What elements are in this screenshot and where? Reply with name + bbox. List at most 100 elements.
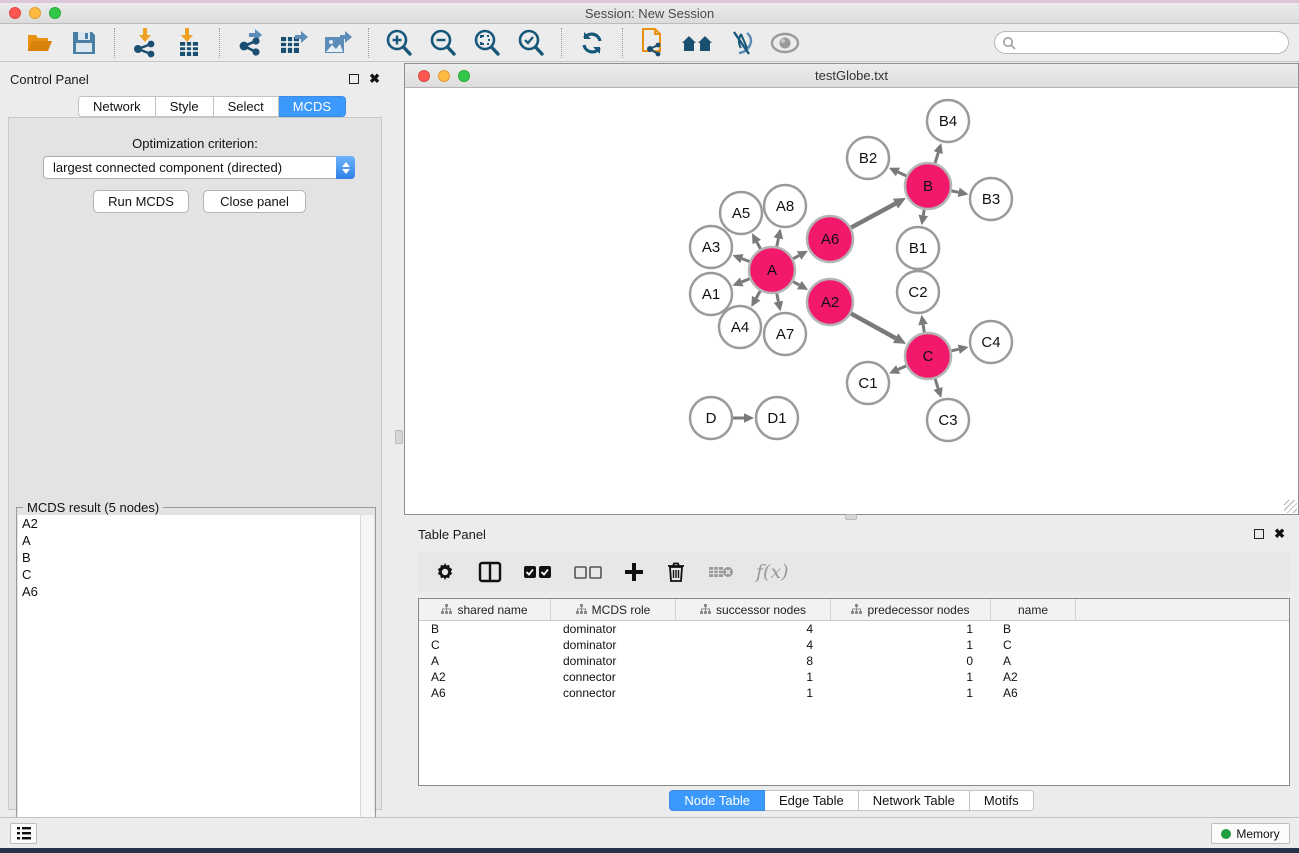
open-file-icon[interactable] — [22, 27, 58, 59]
tab-motifs[interactable]: Motifs — [970, 790, 1034, 811]
delete-icon[interactable] — [666, 561, 686, 583]
save-session-icon[interactable] — [66, 27, 102, 59]
edge-C-C3[interactable] — [935, 379, 938, 389]
tab-edge-table[interactable]: Edge Table — [765, 790, 859, 811]
table-row[interactable]: Bdominator41B — [419, 621, 1289, 637]
column-header-label: successor nodes — [716, 603, 806, 617]
column-header-label: predecessor nodes — [867, 603, 969, 617]
zoom-in-icon[interactable] — [381, 27, 417, 59]
close-panel-icon[interactable]: ✖ — [369, 74, 380, 84]
network-canvas[interactable]: B4B2BB3B1A5A8A6A3AA1C2A2A4A7C4CC1C3DD1 — [405, 88, 1298, 514]
close-panel-button[interactable]: Close panel — [203, 190, 306, 213]
column-header-label: name — [1018, 603, 1048, 617]
edge-A-A2[interactable] — [793, 282, 799, 285]
edge-B-B3[interactable] — [952, 191, 959, 192]
list-item[interactable]: A — [18, 532, 361, 549]
table-row[interactable]: Cdominator41C — [419, 637, 1289, 653]
list-item[interactable]: B — [18, 549, 361, 566]
tab-mcds[interactable]: MCDS — [279, 96, 346, 117]
export-network-icon[interactable] — [232, 27, 268, 59]
edge-A6-B[interactable] — [851, 204, 895, 228]
arrowhead-icon — [934, 387, 943, 398]
column-header-predecessor-nodes[interactable]: predecessor nodes — [831, 599, 991, 620]
table-cell: C — [419, 637, 551, 653]
node-label-A2: A2 — [821, 294, 839, 311]
export-table-icon[interactable] — [276, 27, 312, 59]
table-close-icon[interactable]: ✖ — [1274, 529, 1285, 539]
edge-A-A7[interactable] — [777, 294, 779, 302]
select-all-icon[interactable] — [524, 565, 552, 579]
network-close-button[interactable] — [418, 70, 430, 82]
function-builder-icon[interactable]: f(x) — [756, 561, 789, 583]
edge-B-B4[interactable] — [935, 153, 938, 164]
import-table-icon[interactable] — [171, 27, 207, 59]
network-minimize-button[interactable] — [438, 70, 450, 82]
show-panels-button[interactable] — [10, 823, 37, 844]
zoom-window-button[interactable] — [49, 7, 61, 19]
mcds-result-list[interactable]: A2ABCA6 — [18, 515, 361, 849]
add-icon[interactable] — [624, 562, 644, 582]
tab-select[interactable]: Select — [214, 96, 279, 117]
delete-table-icon[interactable] — [708, 564, 734, 580]
list-item[interactable]: A6 — [18, 583, 361, 600]
table-cell: 1 — [676, 685, 831, 701]
table-row[interactable]: A2connector11A2 — [419, 669, 1289, 685]
table-cell: dominator — [551, 621, 676, 637]
column-header-MCDS-role[interactable]: MCDS role — [551, 599, 676, 620]
deselect-all-icon[interactable] — [574, 565, 602, 579]
clone-network-icon[interactable] — [635, 27, 671, 59]
list-item[interactable]: C — [18, 566, 361, 583]
search-input[interactable] — [994, 31, 1289, 54]
node-label-B1: B1 — [909, 240, 927, 257]
zoom-selected-icon[interactable] — [513, 27, 549, 59]
tab-network-table[interactable]: Network Table — [859, 790, 970, 811]
tab-network[interactable]: Network — [78, 96, 156, 117]
tab-style[interactable]: Style — [156, 96, 214, 117]
zoom-fit-icon[interactable] — [469, 27, 505, 59]
network-zoom-button[interactable] — [458, 70, 470, 82]
result-scrollbar[interactable] — [360, 515, 374, 849]
table-cell: 1 — [831, 685, 991, 701]
gear-icon[interactable] — [434, 561, 456, 583]
criterion-select[interactable]: largest connected component (directed) — [43, 156, 355, 179]
table-row[interactable]: A6connector11A6 — [419, 685, 1289, 701]
first-neighbors-icon[interactable] — [679, 27, 715, 59]
edge-A-A4[interactable] — [756, 291, 760, 298]
column-header-name[interactable]: name — [991, 599, 1076, 620]
panel-splitter-grip[interactable] — [395, 430, 403, 444]
minimize-window-button[interactable] — [29, 7, 41, 19]
edge-A-A1[interactable] — [742, 279, 750, 282]
edge-C-C4[interactable] — [951, 349, 958, 351]
edge-C-C2[interactable] — [923, 325, 924, 333]
edge-A-A5[interactable] — [757, 242, 761, 249]
window-resize-grip[interactable] — [1284, 500, 1297, 513]
edge-B-B1[interactable] — [923, 210, 924, 216]
tab-node-table[interactable]: Node Table — [669, 790, 765, 811]
network-graph: B4B2BB3B1A5A8A6A3AA1C2A2A4A7C4CC1C3DD1 — [405, 88, 1298, 514]
table-cell: 1 — [831, 637, 991, 653]
export-image-icon[interactable] — [320, 27, 356, 59]
edge-A-A3[interactable] — [742, 259, 750, 262]
edge-A-A6[interactable] — [793, 255, 799, 258]
node-label-C: C — [923, 348, 934, 365]
edge-C-C1[interactable] — [898, 366, 906, 370]
table-row[interactable]: Adominator80A — [419, 653, 1289, 669]
column-header-shared-name[interactable]: shared name — [419, 599, 551, 620]
list-item[interactable]: A2 — [18, 515, 361, 532]
edge-A2-C[interactable] — [851, 314, 896, 339]
show-graphics-icon[interactable] — [767, 27, 803, 59]
close-window-button[interactable] — [9, 7, 21, 19]
hide-annotations-icon[interactable] — [723, 27, 759, 59]
edge-A-A8[interactable] — [777, 238, 779, 246]
memory-button[interactable]: Memory — [1211, 823, 1290, 844]
column-header-label: MCDS role — [592, 603, 651, 617]
column-icon[interactable] — [478, 561, 502, 583]
edge-B-B2[interactable] — [898, 172, 906, 176]
float-panel-icon[interactable] — [349, 74, 359, 84]
zoom-out-icon[interactable] — [425, 27, 461, 59]
column-header-successor-nodes[interactable]: successor nodes — [676, 599, 831, 620]
refresh-icon[interactable] — [574, 27, 610, 59]
table-float-icon[interactable] — [1254, 529, 1264, 539]
import-network-icon[interactable] — [127, 27, 163, 59]
run-mcds-button[interactable]: Run MCDS — [93, 190, 189, 213]
